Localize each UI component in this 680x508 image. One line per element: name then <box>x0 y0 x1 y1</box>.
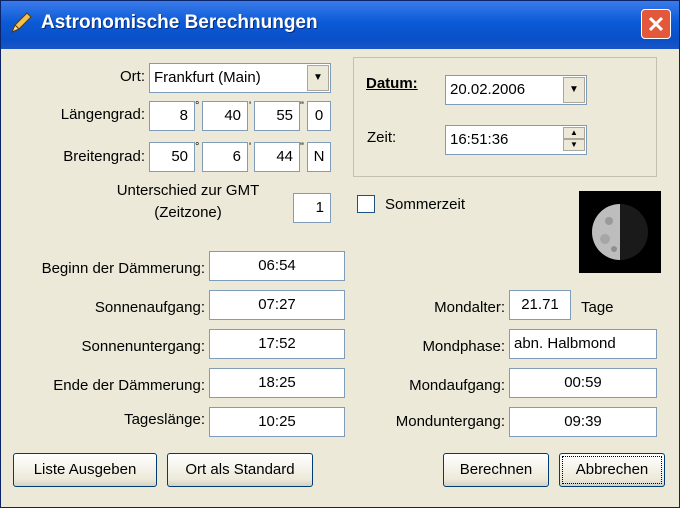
zeit-value: 16:51:36 <box>450 131 509 148</box>
sun-row-label: Tageslänge: <box>124 411 205 428</box>
monduntergang-value: 09:39 <box>509 407 657 437</box>
breitengrad-minutes[interactable]: 6 <box>202 142 248 172</box>
second-mark: " <box>300 141 304 153</box>
moon-phase-image <box>579 191 661 273</box>
gmt-label-line1: Unterschied zur GMT <box>116 182 260 199</box>
sun-row-value: 10:25 <box>209 407 345 437</box>
gmt-offset-input[interactable]: 1 <box>293 193 331 223</box>
datum-label: Datum: <box>366 75 418 92</box>
ort-label: Ort: <box>120 68 145 85</box>
mondphase-label: Mondphase: <box>422 338 505 355</box>
breitengrad-seconds[interactable]: 44 <box>254 142 300 172</box>
laengengrad-seconds[interactable]: 55 <box>254 101 300 131</box>
laengengrad-minutes[interactable]: 40 <box>202 101 248 131</box>
laengengrad-direction[interactable]: 0 <box>307 101 331 131</box>
spin-up-icon[interactable]: ▲ <box>563 127 585 139</box>
window-title: Astronomische Berechnungen <box>41 12 318 33</box>
laengengrad-label: Längengrad: <box>60 106 145 123</box>
pencil-icon <box>11 12 32 33</box>
abbrechen-button[interactable]: Abbrechen <box>559 453 665 487</box>
dialog-window: Astronomische Berechnungen ✕ Ort: Frankf… <box>0 0 680 508</box>
mondphase-value: abn. Halbmond <box>509 329 657 359</box>
sun-row-label: Sonnenaufgang: <box>94 299 205 316</box>
ort-value: Frankfurt (Main) <box>154 69 261 86</box>
berechnen-button[interactable]: Berechnen <box>443 453 549 487</box>
moon-icon <box>592 204 648 260</box>
mondaufgang-value: 00:59 <box>509 368 657 398</box>
datum-value: 20.02.2006 <box>450 81 526 98</box>
liste-ausgeben-button[interactable]: Liste Ausgeben <box>13 453 157 487</box>
sun-row-label: Ende der Dämmerung: <box>53 377 205 394</box>
gmt-label-line2: (Zeitzone) <box>154 204 222 221</box>
breitengrad-label: Breitengrad: <box>63 148 145 165</box>
sun-row-label: Sonnenuntergang: <box>81 338 205 355</box>
minute-mark: ' <box>249 141 252 153</box>
ort-combobox[interactable]: Frankfurt (Main) ▼ <box>149 63 331 93</box>
mondalter-label: Mondalter: <box>434 299 505 316</box>
sommerzeit-checkbox[interactable] <box>357 195 375 213</box>
sun-row-value: 17:52 <box>209 329 345 359</box>
mondalter-unit: Tage <box>581 299 614 316</box>
mondaufgang-label: Mondaufgang: <box>409 377 505 394</box>
second-mark: " <box>300 100 304 112</box>
minute-mark: ' <box>249 100 252 112</box>
sommerzeit-label: Sommerzeit <box>385 196 466 213</box>
breitengrad-direction[interactable]: N <box>307 142 331 172</box>
zeit-spinner[interactable]: ▲ ▼ <box>563 127 585 153</box>
sun-row-value: 07:27 <box>209 290 345 320</box>
ort-dropdown-icon[interactable]: ▼ <box>307 65 329 91</box>
close-button[interactable]: ✕ <box>641 9 671 39</box>
title-bar[interactable]: Astronomische Berechnungen ✕ <box>1 1 679 49</box>
degree-mark: ° <box>195 100 200 112</box>
ort-als-standard-button[interactable]: Ort als Standard <box>167 453 313 487</box>
mondalter-value: 21.71 <box>509 290 571 320</box>
sun-row-value: 18:25 <box>209 368 345 398</box>
monduntergang-label: Monduntergang: <box>395 413 505 430</box>
zeit-input[interactable]: 16:51:36 ▲ ▼ <box>445 125 587 155</box>
zeit-label: Zeit: <box>367 129 397 146</box>
sun-row-label: Beginn der Dämmerung: <box>41 260 205 277</box>
datum-picker[interactable]: 20.02.2006 ▼ <box>445 75 587 105</box>
laengengrad-degrees[interactable]: 8 <box>149 101 195 131</box>
spin-down-icon[interactable]: ▼ <box>563 139 585 151</box>
breitengrad-degrees[interactable]: 50 <box>149 142 195 172</box>
degree-mark: ° <box>195 141 200 153</box>
calendar-dropdown-icon[interactable]: ▼ <box>563 77 585 103</box>
sun-row-value: 06:54 <box>209 251 345 281</box>
